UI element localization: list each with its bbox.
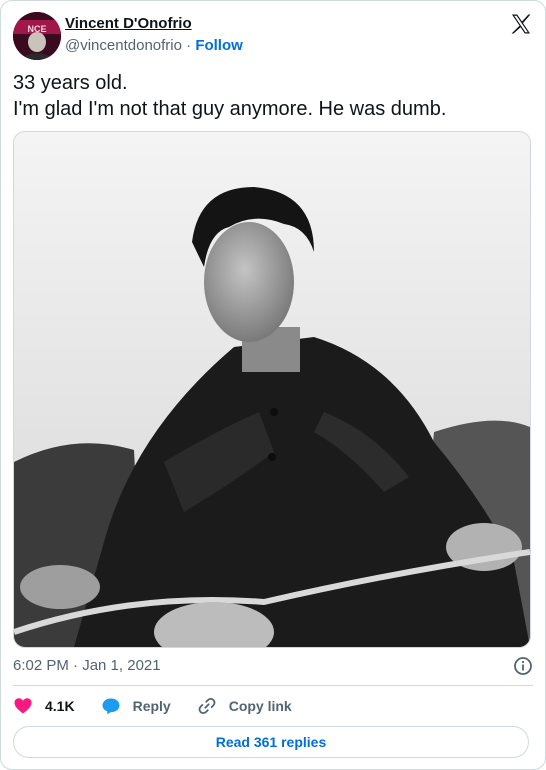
reply-button[interactable]: Reply: [101, 695, 171, 717]
author-handle-row: @vincentdonofrio · Follow: [65, 36, 243, 56]
author-info: Vincent D'Onofrio @vincentdonofrio · Fol…: [65, 14, 243, 56]
like-count: 4.1K: [45, 698, 75, 714]
reply-bubble-icon: [102, 698, 120, 715]
copy-link-button[interactable]: Copy link: [197, 695, 292, 717]
tweet-actions: 4.1K Reply Copy link: [13, 695, 318, 717]
tweet-timestamp[interactable]: 6:02 PM · Jan 1, 2021: [13, 657, 161, 674]
reply-label: Reply: [132, 698, 171, 714]
author-handle[interactable]: @vincentdonofrio: [65, 37, 182, 54]
x-logo-icon[interactable]: [509, 12, 533, 36]
copy-link-label: Copy link: [228, 698, 292, 714]
info-icon[interactable]: [513, 656, 533, 676]
link-icon: [198, 697, 216, 715]
handle-separator: ·: [186, 37, 192, 54]
tweet-meta: 6:02 PM · Jan 1, 2021: [13, 656, 533, 676]
tweet-text: 33 years old. I'm glad I'm not that guy …: [13, 72, 447, 120]
tweet-header: NCE Vincent D'Onofrio @vincentdonofrio ·…: [13, 12, 533, 60]
heart-icon: [14, 698, 32, 714]
tweet-embed-card: NCE Vincent D'Onofrio @vincentdonofrio ·…: [0, 0, 546, 770]
divider: [13, 685, 533, 686]
tweet-photo[interactable]: [13, 131, 531, 648]
follow-button[interactable]: Follow: [195, 37, 243, 54]
like-button[interactable]: 4.1K: [13, 695, 75, 717]
author-display-name[interactable]: Vincent D'Onofrio: [65, 14, 243, 34]
author-avatar[interactable]: NCE: [13, 12, 61, 60]
read-replies-button[interactable]: Read 361 replies: [13, 726, 529, 758]
